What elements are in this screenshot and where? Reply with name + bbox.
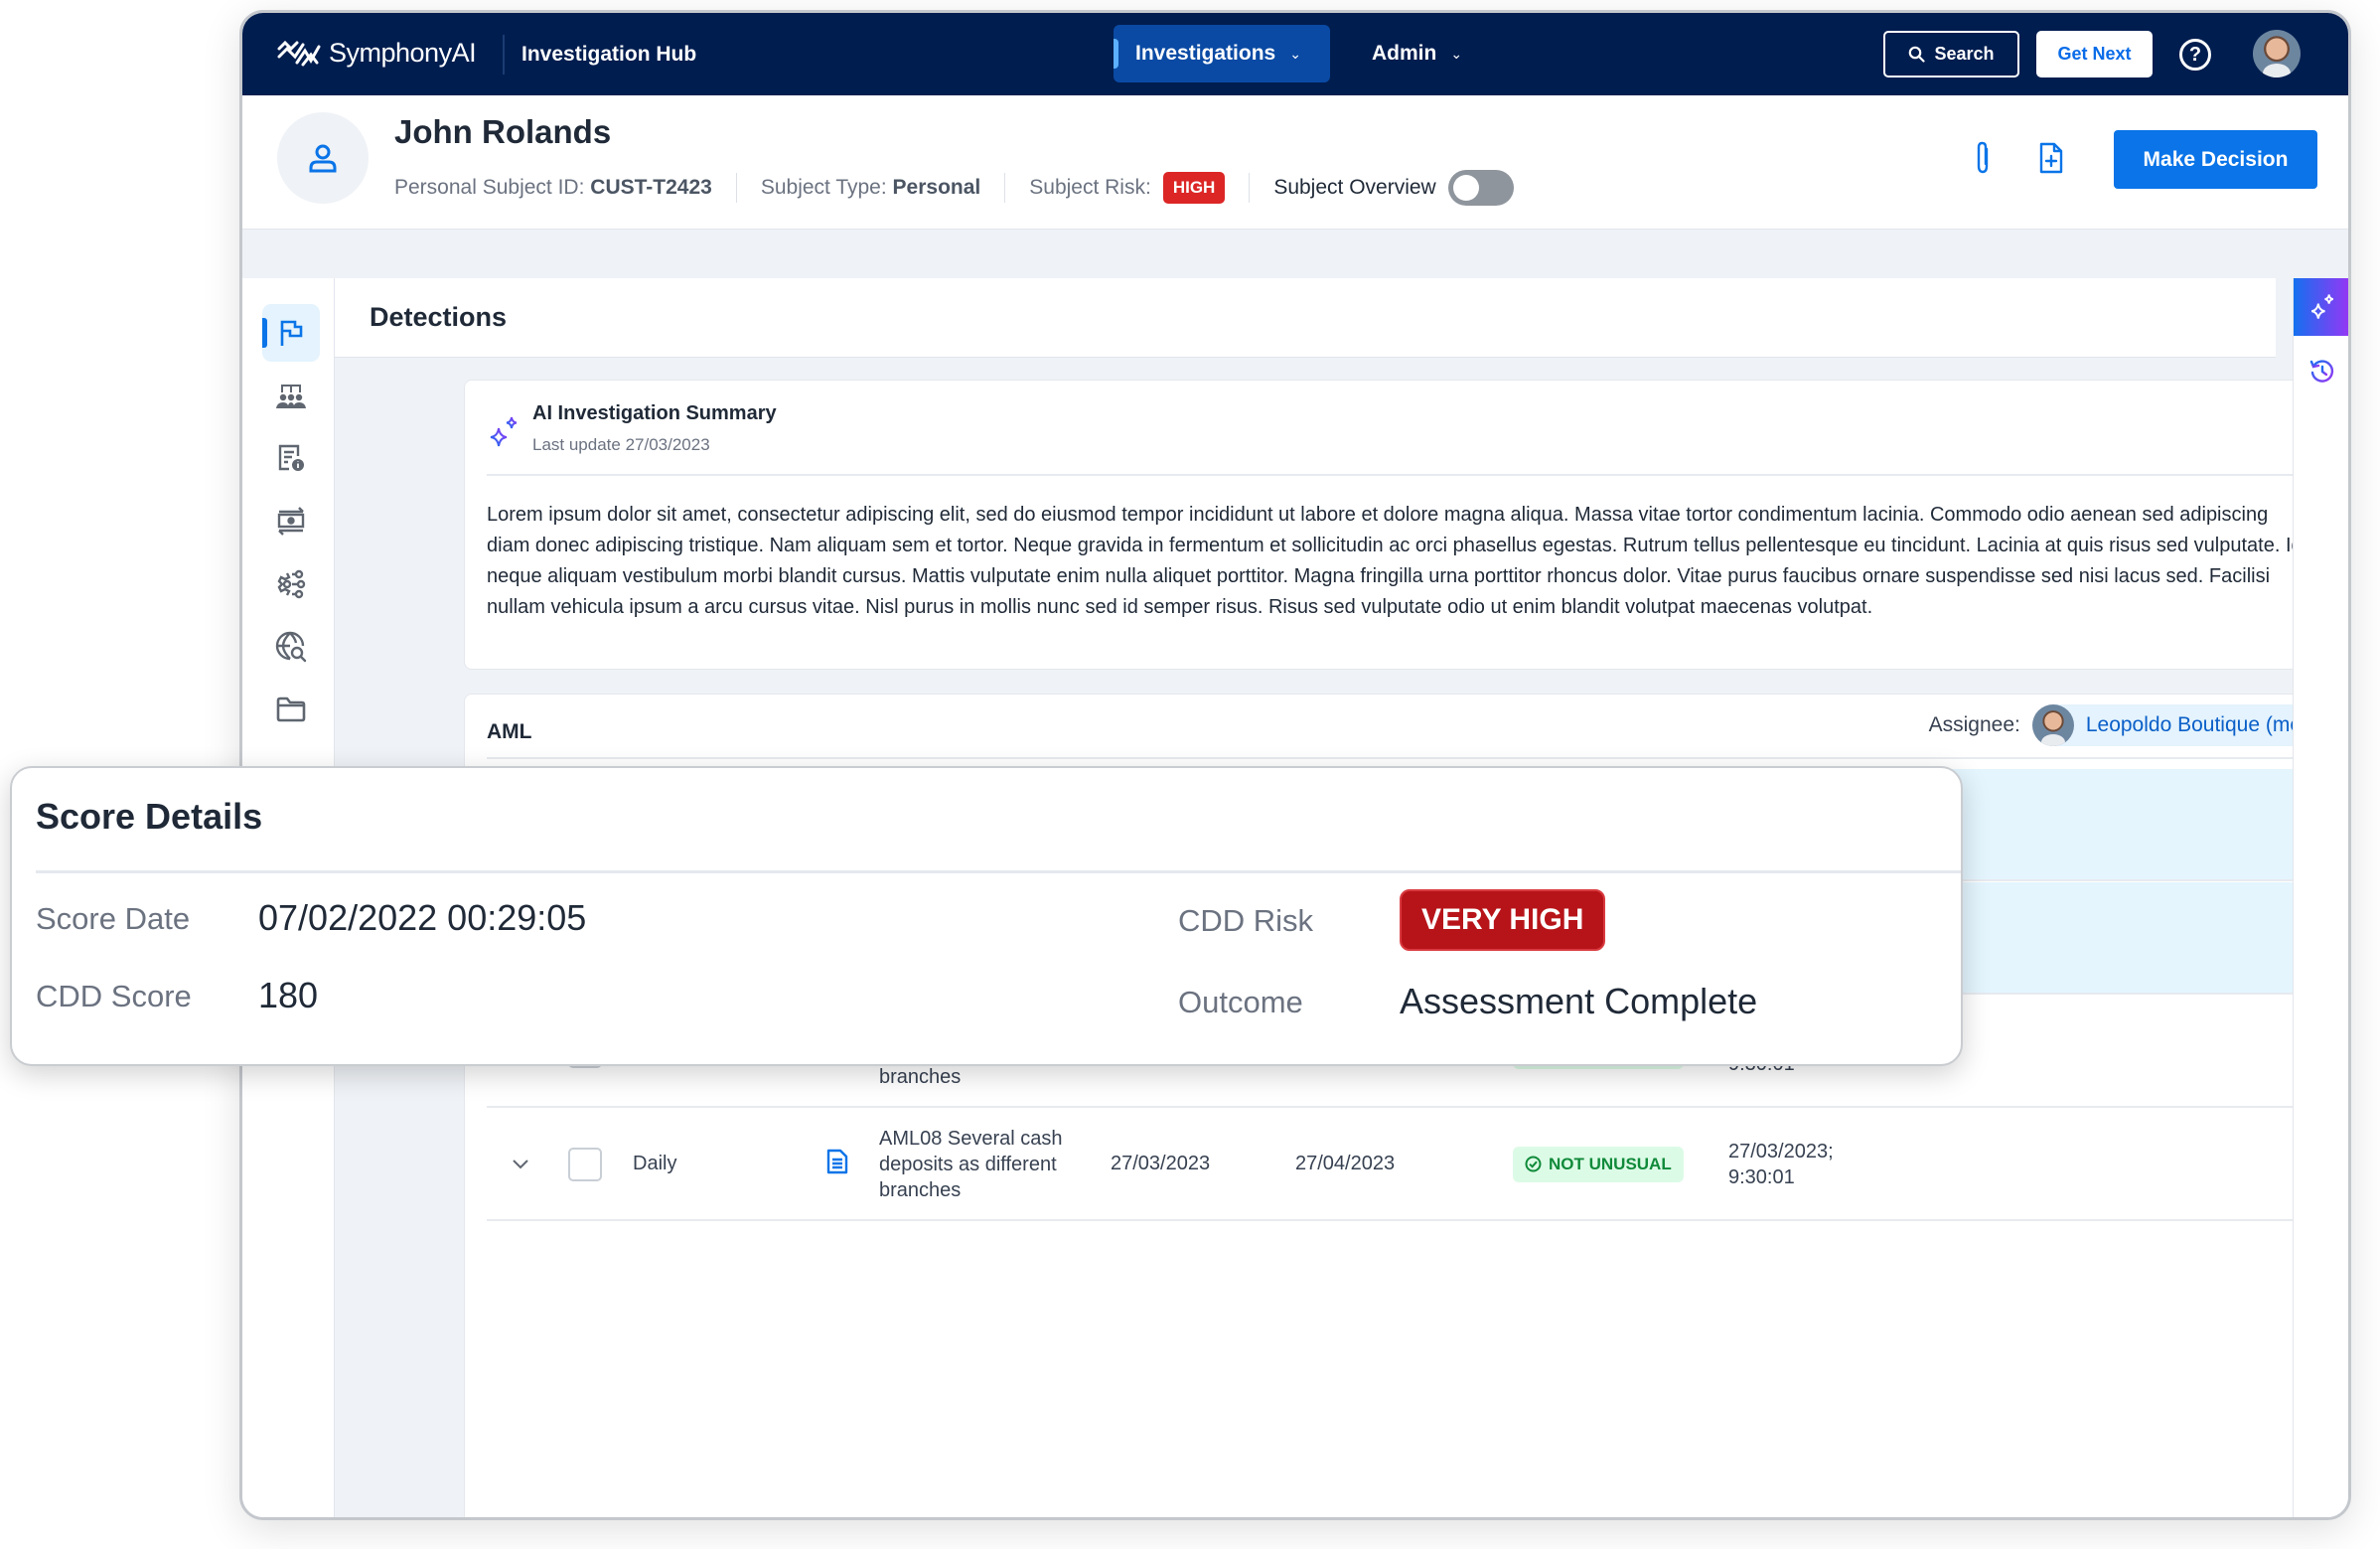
brand-divider	[503, 35, 505, 75]
network-settings-icon	[277, 569, 306, 599]
ai-summary-body: Lorem ipsum dolor sit amet, consectetur …	[487, 504, 2303, 618]
rail-item-files[interactable]	[262, 681, 320, 738]
subject-risk-label: Subject Risk:	[1029, 176, 1151, 199]
paperclip-icon	[1977, 141, 1989, 174]
sparkle-icon	[490, 416, 518, 447]
chevron-down-icon: ⌄	[1289, 45, 1301, 62]
chevron-down-icon: ⌄	[1450, 45, 1463, 62]
make-decision-button[interactable]: Make Decision	[2114, 130, 2317, 189]
right-tool-rail	[2293, 278, 2348, 1517]
page-title: Detections	[370, 302, 508, 332]
meta-divider	[735, 173, 737, 203]
score-date-label: Score Date	[36, 901, 191, 936]
assignee-avatar	[2031, 704, 2074, 746]
score-details-title: Score Details	[36, 796, 263, 837]
row-detection-name[interactable]: AML08 Several cash deposits as different…	[879, 1126, 1088, 1203]
row-frequency: Daily	[633, 1153, 677, 1174]
divider	[487, 757, 2324, 759]
cdd-score-value: 180	[258, 975, 319, 1015]
document-info-icon	[278, 444, 304, 471]
assignee-name: Leopoldo Boutique (me)	[2085, 713, 2308, 736]
nav-tab-investigations[interactable]: Investigations ⌄	[1114, 25, 1330, 82]
meta-divider	[1249, 173, 1251, 203]
brand-name: SymphonyAI	[329, 37, 477, 68]
rail-item-transactions[interactable]	[262, 492, 320, 549]
document-icon[interactable]	[826, 1149, 848, 1180]
folder-icon	[276, 697, 306, 722]
person-icon	[309, 144, 337, 173]
file-plus-icon	[2039, 142, 2063, 174]
app-window: SymphonyAI Investigation Hub Investigati…	[239, 10, 2351, 1520]
search-button[interactable]: Search	[1883, 31, 2019, 77]
row-date-from: 27/03/2023	[1111, 1153, 1211, 1174]
subject-header: John Rolands Personal Subject ID: CUST-T…	[242, 95, 2348, 230]
ai-summary-card: AI Investigation Summary Last update 27/…	[464, 380, 2347, 670]
flag-icon	[280, 320, 303, 346]
assignee: Assignee: Leopoldo Boutique (me)	[1929, 704, 2324, 746]
cdd-score-label: CDD Score	[36, 979, 192, 1013]
help-icon[interactable]: ?	[2179, 39, 2211, 71]
assignee-label: Assignee:	[1928, 713, 2020, 736]
row-checkbox[interactable]	[568, 1147, 602, 1181]
subject-name: John Rolands	[394, 113, 612, 150]
score-date-value: 07/02/2022 00:29:05	[258, 897, 587, 938]
aml-title: AML	[487, 720, 532, 743]
symphonyai-logo-icon	[277, 40, 321, 67]
nav-tab-label: Admin	[1372, 42, 1437, 65]
user-avatar[interactable]	[2253, 30, 2301, 77]
subject-type-label: Subject Type:	[760, 176, 887, 199]
subject-meta: Personal Subject ID: CUST-T2423 Subject …	[394, 170, 1514, 206]
sparkle-icon	[2310, 294, 2333, 319]
status-badge: NOT UNUSUAL	[1513, 1146, 1684, 1182]
nav-tab-admin[interactable]: Admin ⌄	[1350, 25, 1484, 82]
main-header: Detections	[335, 278, 2276, 358]
search-icon	[1909, 46, 1926, 63]
globe-search-icon	[275, 631, 307, 663]
top-navigation: SymphonyAI Investigation Hub Investigati…	[242, 13, 2348, 95]
outcome-label: Outcome	[1178, 985, 1303, 1019]
subject-id-label: Personal Subject ID:	[394, 176, 585, 199]
ai-summary-title: AI Investigation Summary	[532, 402, 777, 424]
app-name: Investigation Hub	[521, 43, 697, 66]
subject-type-value: Personal	[892, 176, 981, 199]
row-timestamp-time: 9:30:01	[1728, 1165, 1795, 1188]
ai-summary-last-update: Last update 27/03/2023	[532, 435, 710, 454]
row-timestamp-date: 27/03/2023;	[1728, 1140, 1834, 1162]
outcome-value: Assessment Complete	[1400, 981, 1758, 1021]
transactions-icon	[277, 507, 305, 536]
subject-risk-badge: HIGH	[1162, 172, 1226, 204]
cdd-risk-label: CDD Risk	[1178, 903, 1314, 938]
cdd-risk-badge: VERY HIGH	[1400, 889, 1606, 951]
add-document-button[interactable]	[2033, 140, 2069, 176]
rail-item-detections[interactable]	[262, 304, 320, 362]
search-button-label: Search	[1934, 44, 1995, 64]
subject-overview-toggle[interactable]	[1447, 170, 1514, 206]
score-details-popup: Score Details Score Date 07/02/2022 00:2…	[10, 766, 1963, 1066]
row-date-to: 27/04/2023	[1295, 1153, 1396, 1174]
popup-divider	[36, 870, 1961, 873]
subject-id-value: CUST-T2423	[590, 176, 712, 199]
rail-item-relations[interactable]	[262, 368, 320, 425]
rail-item-network[interactable]	[262, 555, 320, 613]
group-icon	[276, 385, 306, 408]
get-next-button[interactable]: Get Next	[2036, 31, 2153, 77]
nav-tab-label: Investigations	[1135, 42, 1276, 65]
check-circle-icon	[1525, 1156, 1542, 1172]
expand-row-chevron-icon[interactable]	[509, 1159, 532, 1169]
table-row[interactable]: Daily AML08 Several cash deposits as diff…	[487, 1109, 2324, 1221]
attach-button[interactable]	[1965, 140, 2001, 176]
ai-summary-divider	[487, 474, 2324, 476]
meta-divider	[1004, 173, 1006, 203]
assignee-chip[interactable]: Leopoldo Boutique (me)	[2031, 704, 2324, 746]
row-timestamp: 27/03/2023; 9:30:01	[1728, 1139, 1834, 1190]
history-button[interactable]	[2294, 348, 2348, 395]
status-badge-label: NOT UNUSUAL	[1549, 1154, 1672, 1173]
history-icon	[2309, 360, 2334, 383]
rail-item-documents[interactable]	[262, 429, 320, 487]
ai-assistant-button[interactable]	[2294, 278, 2348, 336]
subject-overview-label: Subject Overview	[1273, 176, 1436, 199]
subject-avatar	[277, 112, 369, 204]
brand-logo[interactable]: SymphonyAI	[277, 37, 477, 69]
rail-item-screening[interactable]	[262, 618, 320, 676]
